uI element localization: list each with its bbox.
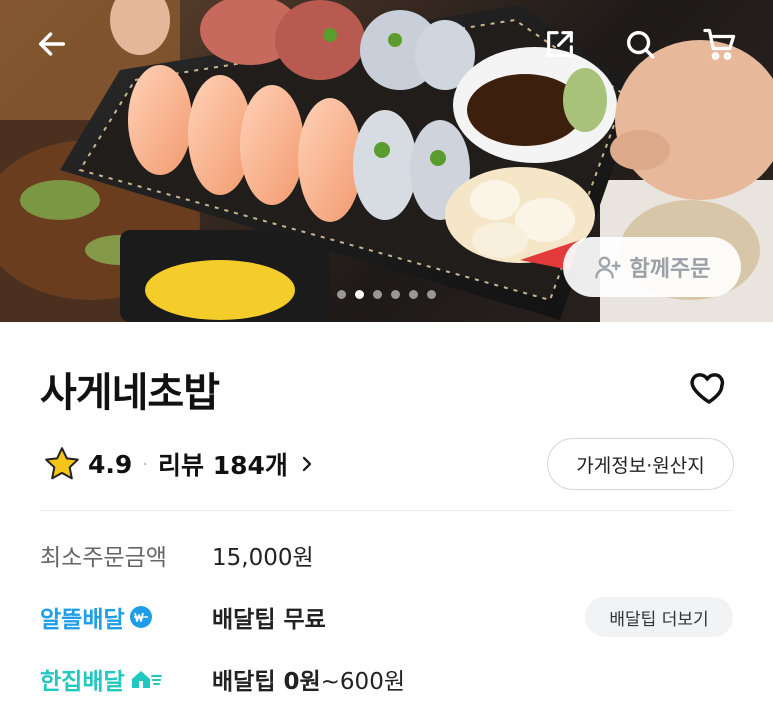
share-button[interactable] (538, 22, 582, 66)
min-order-row: 최소주문금액 15,000원 (40, 535, 314, 575)
rating-row: 4.9 · 리뷰 184개 (42, 440, 316, 488)
favorite-button[interactable] (686, 365, 732, 411)
share-icon (547, 31, 573, 57)
star-icon (45, 447, 79, 480)
carousel-indicator (0, 290, 773, 299)
rating-score: 4.9 (88, 449, 133, 479)
carousel-dot (391, 290, 400, 299)
together-order-label: 함께주문 (629, 257, 711, 282)
carousel-dot (337, 290, 346, 299)
store-info-button[interactable]: 가게정보·원산지 (547, 438, 734, 490)
min-order-label: 최소주문금액 (40, 545, 167, 571)
al-delivery-value: 배달팁 무료 (212, 600, 326, 634)
together-order-button[interactable]: 함께주문 (563, 237, 741, 297)
carousel-dot-active (355, 290, 364, 299)
rating-separator: · (142, 453, 149, 475)
carousel-dot (409, 290, 418, 299)
back-button[interactable] (30, 22, 74, 66)
search-button[interactable] (618, 22, 662, 66)
review-link[interactable]: 리뷰 184개 (158, 446, 316, 482)
al-delivery-label: 알뜰배달 (40, 607, 125, 633)
min-order-value: 15,000원 (212, 545, 314, 571)
store-name: 사게네초밥 (40, 370, 220, 416)
search-icon (626, 30, 655, 59)
al-delivery-tip: 배달팁 무료 (212, 607, 326, 633)
home-delivery-icon (131, 671, 162, 688)
han-delivery-tip-range: ~600원 (320, 669, 405, 695)
back-arrow-icon (38, 32, 66, 56)
carousel-dot (427, 290, 436, 299)
han-delivery-tip-bold: 배달팁 0원 (212, 669, 321, 695)
hero-image[interactable]: 함께주문 (0, 0, 773, 322)
heart-icon (690, 373, 725, 404)
review-count: 리뷰 184개 (158, 451, 288, 480)
han-delivery-label: 한집배달 (40, 669, 125, 695)
add-person-icon (594, 256, 621, 279)
al-delivery-row: 알뜰배달 배달팁 무료 (40, 597, 326, 637)
han-delivery-row: 한집배달 배달팁 0원~600원 (40, 659, 405, 699)
carousel-dot (373, 290, 382, 299)
al-delivery-label-group: 알뜰배달 (40, 600, 212, 634)
han-delivery-label-group: 한집배달 (40, 662, 212, 696)
divider (40, 510, 733, 511)
won-badge-icon (129, 606, 152, 628)
han-delivery-value: 배달팁 0원~600원 (212, 662, 405, 696)
delivery-tip-more-button[interactable]: 배달팁 더보기 (585, 597, 733, 637)
chevron-right-icon (302, 456, 312, 472)
cart-button[interactable] (698, 22, 742, 66)
cart-icon (703, 28, 736, 60)
